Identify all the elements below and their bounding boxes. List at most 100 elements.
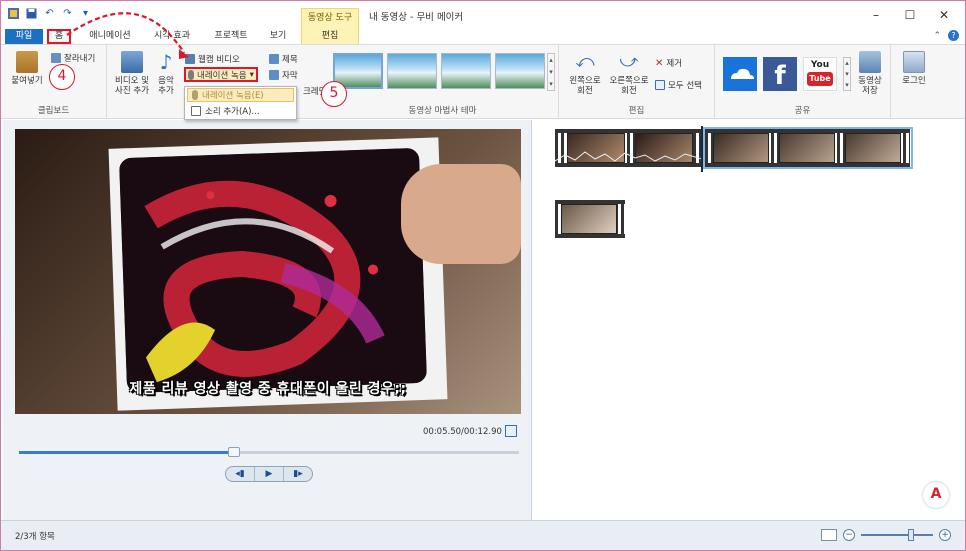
add-video-photo-button[interactable]: 비디오 및 사진 추가 bbox=[111, 51, 153, 96]
clip-frame bbox=[561, 204, 617, 234]
share-group: f You Tube ▴ ▾ ▾ 동영상 저장 공유 bbox=[715, 45, 891, 119]
film-photo-icon bbox=[121, 51, 143, 73]
title-bar: ↶ ↷ ▾ 동영상 도구 내 동영상 - 무비 메이커 – ☐ ✕ bbox=[1, 1, 965, 29]
video-hand bbox=[401, 164, 521, 264]
tab-animations[interactable]: 애니메이션 bbox=[85, 29, 135, 44]
save-movie-label: 동영상 저장 bbox=[858, 76, 882, 96]
theme-thumbnail[interactable] bbox=[387, 53, 437, 89]
minimize-button[interactable]: – bbox=[859, 5, 893, 25]
menu-item-label: 내레이션 녹음(E) bbox=[202, 91, 264, 101]
clipboard-group-label: 클립보드 bbox=[37, 106, 70, 116]
youtube-icon[interactable]: You Tube bbox=[803, 57, 837, 91]
zoom-in-button[interactable]: + bbox=[939, 529, 951, 541]
zoom-slider[interactable] bbox=[861, 529, 933, 541]
cut-button[interactable]: 잘라내기 bbox=[51, 52, 95, 64]
add-music-button[interactable]: ♪ 음악 추가 bbox=[153, 51, 179, 96]
save-movie-button[interactable]: 동영상 저장 bbox=[853, 51, 887, 96]
tab-edit[interactable]: 편집 bbox=[301, 29, 359, 44]
brand-logo: A bbox=[923, 482, 949, 508]
preview-timecode: 00:05.50/00:12.90 bbox=[423, 427, 502, 437]
ribbon: 붙여넣기 잘라내기 클립보드 비디오 및 사진 추가 ♪ 음악 추가 웹캠 비디… bbox=[1, 44, 965, 119]
video-tools-context-header: 동영상 도구 bbox=[301, 8, 359, 29]
app-window: ↶ ↷ ▾ 동영상 도구 내 동영상 - 무비 메이커 – ☐ ✕ 파일 홈 애… bbox=[0, 0, 966, 551]
storyboard-pane bbox=[535, 120, 965, 520]
ribbon-tabs: 파일 홈 애니메이션 시각 효과 프로젝트 보기 편집 ⌃ ? bbox=[1, 29, 965, 44]
ribbon-collapse-icon[interactable]: ⌃ bbox=[933, 31, 941, 41]
storyboard-clip[interactable] bbox=[555, 129, 702, 167]
tab-visual-effects[interactable]: 시각 효과 bbox=[147, 29, 197, 44]
menu-item-record-narration[interactable]: 내레이션 녹음(E) bbox=[187, 88, 294, 102]
window-controls: – ☐ ✕ bbox=[859, 5, 961, 25]
video-subtitle: 제품 리뷰 영상 촬영 중 휴대폰이 울린 경우;; bbox=[129, 381, 407, 397]
share-gallery-scroll[interactable]: ▴ ▾ ▾ bbox=[843, 57, 851, 91]
menu-item-label: 소리 추가(A)... bbox=[205, 107, 260, 117]
tab-view[interactable]: 보기 bbox=[263, 29, 293, 44]
qat-customize-icon[interactable]: ▾ bbox=[79, 7, 92, 20]
theme-thumbnail[interactable] bbox=[495, 53, 545, 89]
menu-item-add-sound[interactable]: 소리 추가(A)... bbox=[187, 104, 294, 118]
select-all-button[interactable]: 모두 선택 bbox=[655, 79, 702, 91]
title-button[interactable]: 제목 bbox=[269, 53, 298, 65]
seekbar-progress bbox=[19, 451, 234, 454]
microphone-icon bbox=[188, 69, 194, 80]
next-frame-button[interactable]: ▮▸ bbox=[284, 467, 312, 481]
onedrive-icon[interactable] bbox=[723, 57, 757, 91]
caption-button[interactable]: 자막 bbox=[269, 69, 298, 81]
rotate-right-icon: ⤻ bbox=[619, 51, 639, 72]
facebook-icon[interactable]: f bbox=[763, 57, 797, 91]
record-narration-label: 내레이션 녹음 bbox=[197, 70, 247, 81]
select-all-label: 모두 선택 bbox=[668, 81, 702, 91]
chevron-down-icon: ▾ bbox=[249, 69, 254, 80]
themes-group-label: 동영상 마법사 테마 bbox=[408, 106, 477, 116]
window-title: 내 동영상 - 무비 메이커 bbox=[369, 12, 464, 23]
rotate-left-icon: ⤺ bbox=[575, 51, 595, 72]
storyboard-clip[interactable] bbox=[555, 200, 625, 238]
title-label: 제목 bbox=[282, 55, 298, 65]
paste-icon bbox=[16, 51, 38, 73]
microphone-icon bbox=[192, 90, 198, 100]
video-preview: 제품 리뷰 영상 촬영 중 휴대폰이 울린 경우;; bbox=[15, 129, 521, 414]
record-narration-button[interactable]: 내레이션 녹음 ▾ bbox=[184, 67, 258, 82]
webcam-icon bbox=[185, 54, 195, 64]
caption-label: 자막 bbox=[282, 71, 298, 81]
status-item-count: 2/3개 항목 bbox=[15, 532, 55, 542]
seekbar-thumb[interactable] bbox=[228, 447, 240, 457]
previous-frame-button[interactable]: ◂▮ bbox=[226, 467, 255, 481]
tab-file[interactable]: 파일 bbox=[5, 29, 43, 44]
rotate-left-button[interactable]: ⤺ 왼쪽으로 회전 bbox=[565, 51, 605, 96]
tab-project[interactable]: 프로젝트 bbox=[208, 29, 254, 44]
redo-icon[interactable]: ↷ bbox=[61, 7, 74, 20]
theme-gallery-scroll[interactable]: ▴ ▾ ▾ bbox=[547, 53, 555, 91]
video-tablet bbox=[118, 147, 428, 394]
clip-selection-outline bbox=[703, 127, 913, 169]
close-button[interactable]: ✕ bbox=[927, 5, 961, 25]
tab-home[interactable]: 홈 bbox=[47, 29, 71, 44]
preview-seekbar[interactable] bbox=[19, 447, 519, 457]
add-video-label: 비디오 및 사진 추가 bbox=[115, 76, 149, 96]
remove-label: 제거 bbox=[666, 59, 683, 69]
remove-button[interactable]: ✕ 제거 bbox=[655, 57, 683, 70]
zoom-slider-thumb[interactable] bbox=[908, 529, 915, 541]
thumbnail-size-icon[interactable] bbox=[821, 529, 837, 541]
sign-in-button[interactable]: 로그인 bbox=[897, 51, 931, 86]
save-icon[interactable] bbox=[25, 7, 38, 20]
save-movie-icon bbox=[859, 51, 881, 73]
share-group-label: 공유 bbox=[794, 106, 811, 116]
theme-thumbnail[interactable] bbox=[441, 53, 491, 89]
title-icon bbox=[269, 54, 279, 64]
status-bar: 2/3개 항목 − + bbox=[1, 520, 965, 550]
user-icon bbox=[903, 51, 925, 73]
sound-file-icon bbox=[191, 106, 201, 116]
undo-icon[interactable]: ↶ bbox=[43, 7, 56, 20]
paste-button[interactable]: 붙여넣기 bbox=[7, 51, 47, 86]
cut-label: 잘라내기 bbox=[64, 54, 96, 64]
maximize-button[interactable]: ☐ bbox=[893, 5, 927, 25]
caption-icon bbox=[269, 70, 279, 80]
help-icon[interactable]: ? bbox=[948, 30, 959, 41]
rotate-right-button[interactable]: ⤻ 오른쪽으로 회전 bbox=[607, 51, 651, 96]
webcam-video-button[interactable]: 웹캠 비디오 bbox=[185, 53, 240, 65]
zoom-out-button[interactable]: − bbox=[843, 529, 855, 541]
fullscreen-icon[interactable] bbox=[505, 425, 517, 437]
preview-pane: 제품 리뷰 영상 촬영 중 휴대폰이 울린 경우;; 00:05.50/00:1… bbox=[3, 120, 532, 520]
play-button[interactable]: ▶ bbox=[255, 467, 284, 481]
